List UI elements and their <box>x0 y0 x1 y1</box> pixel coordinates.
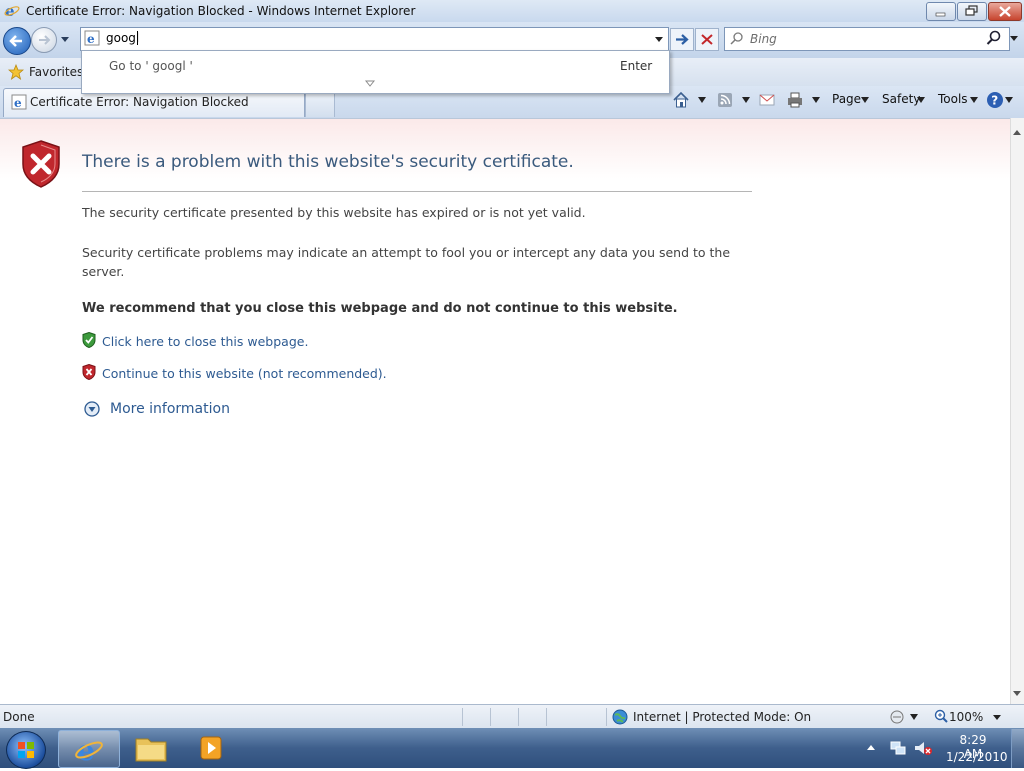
search-input[interactable]: Bing <box>750 32 777 46</box>
clock-date[interactable]: 1/22/2010 <box>946 750 1008 764</box>
safety-dropdown-icon[interactable] <box>917 97 925 103</box>
expand-icon[interactable] <box>84 401 100 417</box>
forward-arrow-icon <box>39 35 51 45</box>
text-caret <box>137 31 138 45</box>
safety-menu[interactable]: Safety <box>882 92 920 108</box>
home-icon[interactable] <box>672 91 690 109</box>
media-player-icon <box>200 736 222 760</box>
close-webpage-link[interactable]: Click here to close this webpage. <box>102 334 308 349</box>
go-button[interactable] <box>670 28 694 51</box>
recommendation-text: We recommend that you close this webpage… <box>82 301 678 316</box>
back-arrow-icon <box>9 35 22 47</box>
print-icon[interactable] <box>786 91 804 109</box>
star-icon <box>8 64 24 80</box>
ie-icon: e <box>4 3 20 19</box>
compatibility-dropdown-icon[interactable] <box>910 714 918 720</box>
page-menu[interactable]: Page <box>832 92 861 108</box>
zoom-level[interactable]: 100% <box>949 710 983 724</box>
ie-page-icon: e <box>11 94 27 110</box>
shield-ok-icon <box>82 332 96 348</box>
stop-button[interactable] <box>695 28 719 51</box>
status-divider <box>518 708 519 726</box>
home-dropdown-icon[interactable] <box>698 97 706 103</box>
show-desktop-button[interactable] <box>1011 729 1024 768</box>
mail-icon[interactable] <box>758 91 776 109</box>
favorites-button[interactable]: Favorites <box>29 65 83 79</box>
taskbar-windows-explorer[interactable] <box>126 731 176 765</box>
taskbar-media-player[interactable] <box>186 731 236 765</box>
search-options-dropdown-icon[interactable] <box>1008 33 1020 43</box>
status-divider <box>606 708 607 726</box>
vertical-scrollbar[interactable] <box>1010 118 1024 704</box>
search-provider-icon <box>730 32 743 45</box>
chevron-down-icon[interactable] <box>364 78 376 88</box>
status-bar <box>0 704 1024 729</box>
minimize-button[interactable] <box>926 2 956 21</box>
address-bar[interactable] <box>80 27 669 51</box>
volume-muted-icon[interactable] <box>913 739 933 757</box>
new-tab-button[interactable] <box>305 90 335 117</box>
autocomplete-go-to-item[interactable]: Go to ' googl ' <box>109 59 193 73</box>
search-icon[interactable] <box>986 30 1002 46</box>
tools-dropdown-icon[interactable] <box>970 97 978 103</box>
svg-text:e: e <box>14 96 22 110</box>
svg-text:?: ? <box>991 94 998 108</box>
address-input[interactable]: googl <box>106 31 139 45</box>
shield-error-icon <box>22 140 60 188</box>
windows-logo-icon <box>18 742 34 758</box>
page-title: There is a problem with this website's s… <box>82 152 574 172</box>
tab-label: Certificate Error: Navigation Blocked <box>30 95 249 109</box>
status-divider <box>546 708 547 726</box>
back-button[interactable] <box>3 27 31 55</box>
ie-icon: e <box>75 734 103 767</box>
scroll-up-icon[interactable] <box>1012 128 1022 136</box>
shield-error-icon <box>82 364 96 380</box>
warning-description: Security certificate problems may indica… <box>82 245 731 279</box>
compatibility-icon[interactable] <box>888 709 906 725</box>
autocomplete-shortcut-hint: Enter <box>620 59 653 73</box>
svg-text:e: e <box>87 32 95 46</box>
ie-page-icon: e <box>84 30 100 46</box>
status-text: Done <box>3 710 35 724</box>
taskbar-internet-explorer[interactable]: e <box>58 730 120 768</box>
zoom-icon <box>934 709 948 723</box>
page-dropdown-icon[interactable] <box>861 97 869 103</box>
recent-pages-dropdown-icon[interactable] <box>58 32 72 46</box>
restore-button[interactable] <box>957 2 987 21</box>
close-window-button[interactable] <box>988 2 1022 21</box>
address-dropdown-icon[interactable] <box>652 33 666 45</box>
zoom-dropdown-icon[interactable] <box>992 714 1002 721</box>
status-divider <box>490 708 491 726</box>
tools-menu[interactable]: Tools <box>938 92 968 108</box>
show-hidden-icons-icon[interactable] <box>866 743 876 751</box>
continue-to-website-link[interactable]: Continue to this website (not recommende… <box>102 366 387 381</box>
error-description: The security certificate presented by th… <box>82 205 586 220</box>
print-dropdown-icon[interactable] <box>812 97 820 103</box>
globe-icon <box>612 709 628 725</box>
status-divider <box>462 708 463 726</box>
divider <box>82 191 752 192</box>
more-information-link[interactable]: More information <box>110 401 230 417</box>
security-zone[interactable]: Internet | Protected Mode: On <box>633 710 811 724</box>
folder-icon <box>135 738 167 762</box>
forward-button[interactable] <box>31 27 57 53</box>
rss-icon[interactable] <box>716 91 734 109</box>
rss-dropdown-icon[interactable] <box>742 97 750 103</box>
start-button[interactable] <box>6 731 46 769</box>
window-title: Certificate Error: Navigation Blocked - … <box>26 4 416 18</box>
network-icon[interactable] <box>889 739 907 757</box>
help-icon[interactable]: ? <box>986 91 1004 109</box>
help-dropdown-icon[interactable] <box>1005 97 1013 103</box>
scroll-down-icon[interactable] <box>1012 690 1022 698</box>
